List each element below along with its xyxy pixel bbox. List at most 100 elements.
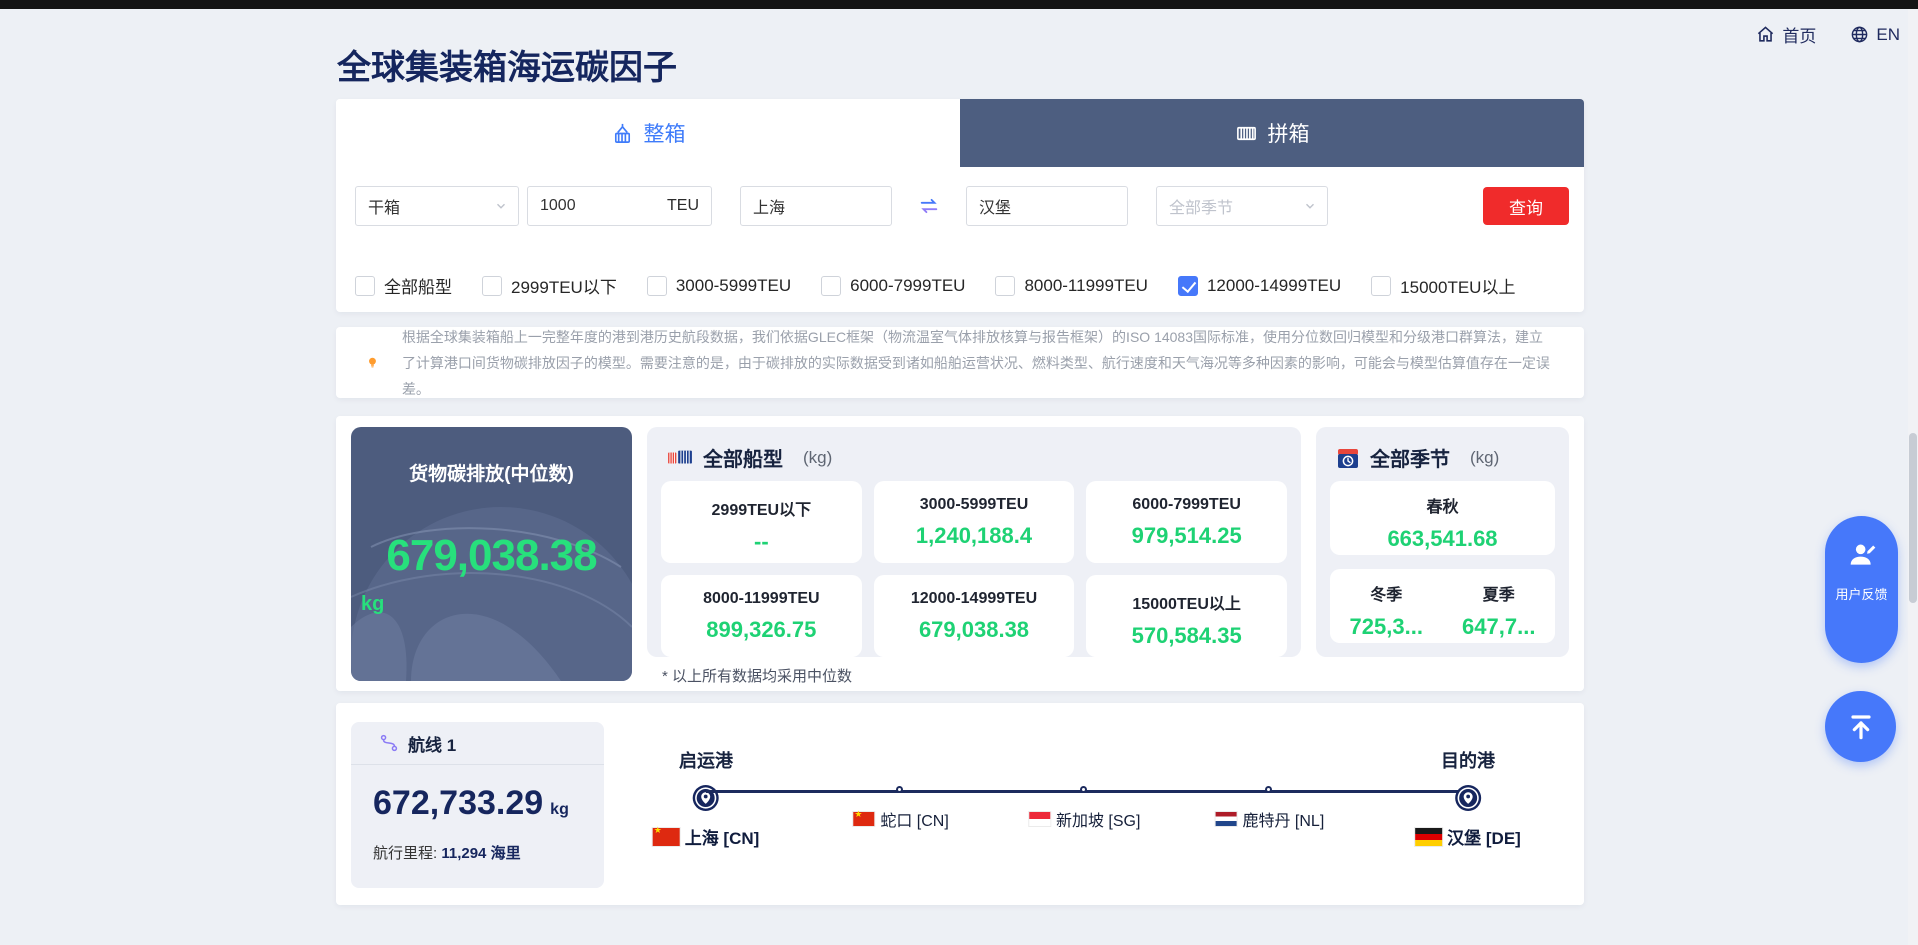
notice-card: 根据全球集装箱船上一完整年度的港到港历史航段数据，我们依据GLEC框架（物流温室…	[336, 327, 1584, 398]
route-summary-tile: 航线 1 672,733.29 kg 航行里程: 11,294 海里	[351, 722, 604, 888]
filter-label: 12000-14999TEU	[1206, 275, 1342, 295]
route-stop-node	[1264, 786, 1272, 793]
destination-port-field[interactable]	[966, 186, 1128, 226]
route-icon	[380, 734, 398, 752]
destination-port-input[interactable]	[979, 197, 1115, 215]
ship-type-stat-card: 8000-11999TEU 899,326.75	[661, 575, 862, 657]
container-type-select[interactable]: 干箱	[355, 186, 519, 226]
container-icon	[1236, 126, 1256, 140]
stat-value: 979,514.25	[1131, 523, 1242, 548]
cn-flag-icon	[853, 809, 875, 826]
page-title: 全球集装箱海运碳因子	[337, 49, 677, 87]
user-feedback-icon	[1850, 544, 1875, 565]
ship-type-stat-card: 12000-14999TEU 679,038.38	[873, 575, 1075, 657]
checkbox[interactable]	[821, 275, 842, 296]
filter-item[interactable]: 2999TEU以下	[482, 273, 617, 298]
route-distance-value: 11,294 海里	[441, 845, 521, 862]
tab-bar: 整箱 拼箱	[336, 99, 1584, 167]
de-flag-icon	[1415, 827, 1443, 846]
scrollbar-thumb[interactable]	[1909, 433, 1917, 603]
filter-label: 6000-7999TEU	[850, 275, 966, 295]
route-stop-label: 蛇口 [CN]	[853, 807, 949, 831]
stat-label: 15000TEU以上	[1132, 596, 1241, 613]
query-form-card: 整箱 拼箱 干箱 TEU 全部季节 查询	[336, 99, 1584, 312]
nav-language[interactable]: EN	[1850, 25, 1900, 45]
cn-flag-icon	[652, 825, 680, 846]
destination-endpoint: 目的港 汉堡 [DE]	[1415, 747, 1521, 849]
seasons-header: 全部季节 (kg)	[1316, 427, 1569, 472]
filter-item[interactable]: 12000-14999TEU	[1177, 275, 1342, 296]
season-stat: 夏季 647,7...	[1443, 581, 1556, 643]
feedback-button[interactable]: 用户反馈	[1825, 516, 1898, 663]
nav-home[interactable]: 首页	[1756, 22, 1816, 47]
tab-fcl-label: 整箱	[643, 123, 686, 146]
origin-port-field[interactable]	[740, 186, 892, 226]
checkbox[interactable]	[995, 275, 1016, 296]
chevron-down-icon	[1306, 203, 1314, 209]
swap-ports-button[interactable]	[892, 195, 966, 217]
season-select[interactable]: 全部季节	[1156, 186, 1328, 226]
ship-type-stat-card: 15000TEU以上 570,584.35	[1086, 575, 1287, 657]
seasons-panel: 全部季节 (kg) 春秋 663,541.68 冬季 725,3... 夏季 647,…	[1316, 427, 1569, 657]
filter-label: 15000TEU以上	[1400, 278, 1516, 297]
home-icon	[1758, 26, 1774, 42]
stop-name-text: 新加坡 [SG]	[1055, 813, 1141, 830]
notice-text: 根据全球集装箱船上一完整年度的港到港历史航段数据，我们依据GLEC框架（物流温室…	[401, 328, 1550, 397]
stat-value: 899,326.75	[706, 617, 817, 642]
stat-label: 3000-5999TEU	[919, 496, 1029, 513]
filter-label: 全部船型	[384, 278, 452, 297]
route-card: 航线 1 672,733.29 kg 航行里程: 11,294 海里 启运港 上…	[336, 703, 1584, 905]
route-stop-label: 新加坡 [SG]	[1028, 807, 1141, 831]
filter-label: 3000-5999TEU	[675, 275, 792, 295]
route-distance-label: 航行里程:	[373, 845, 438, 862]
stat-label: 冬季	[1370, 587, 1403, 604]
results-card: 货物碳排放(中位数) 679,038.38 kg 全部船型 (kg) 2999T…	[336, 416, 1584, 691]
container-type-value: 干箱	[368, 200, 401, 217]
nav-lang-label: EN	[1876, 24, 1900, 44]
checkbox[interactable]	[1371, 275, 1392, 296]
scrollbar-track[interactable]	[1908, 9, 1918, 945]
swap-arrows-icon	[920, 198, 938, 214]
ship-type-grid: 2999TEU以下 -- 3000-5999TEU 1,240,188.4 6000-7…	[661, 481, 1287, 657]
origin-port-input[interactable]	[753, 197, 879, 215]
filter-item[interactable]: 15000TEU以上	[1371, 273, 1515, 298]
stat-label: 夏季	[1482, 587, 1515, 604]
filter-item[interactable]: 3000-5999TEU	[646, 275, 792, 296]
ship-types-unit: (kg)	[803, 447, 833, 467]
destination-name-text: 汉堡 [DE]	[1447, 829, 1521, 848]
quantity-field[interactable]: TEU	[527, 186, 712, 226]
seasons-unit: (kg)	[1470, 447, 1500, 467]
checkbox[interactable]	[646, 275, 667, 296]
search-button[interactable]: 查询	[1483, 187, 1569, 225]
filter-label: 8000-11999TEU	[1024, 275, 1148, 295]
nl-flag-icon	[1215, 812, 1237, 826]
back-to-top-icon	[1850, 714, 1871, 739]
tab-fcl[interactable]: 整箱	[336, 99, 960, 167]
filter-item[interactable]: 6000-7999TEU	[821, 275, 966, 296]
checkbox[interactable]	[482, 275, 502, 296]
route-value-row: 672,733.29 kg	[373, 784, 569, 823]
tab-lcl[interactable]: 拼箱	[960, 99, 1584, 167]
filter-item[interactable]: 8000-11999TEU	[995, 275, 1148, 296]
form-row: 干箱 TEU 全部季节 查询	[355, 186, 1569, 226]
filter-item[interactable]: 全部船型	[355, 273, 452, 298]
summary-title: 货物碳排放(中位数)	[409, 464, 574, 485]
route-stop-node	[1079, 786, 1087, 793]
sg-flag-icon	[1028, 812, 1050, 826]
stat-value: 1,240,188.4	[915, 523, 1033, 548]
filter-label: 2999TEU以下	[511, 278, 617, 297]
route-tile-header: 航线 1	[351, 722, 604, 765]
carbon-summary-tile: 货物碳排放(中位数) 679,038.38 kg	[351, 427, 632, 681]
season-primary-label: 春秋	[1426, 499, 1459, 516]
chevron-down-icon	[497, 203, 505, 209]
quantity-input[interactable]	[540, 197, 661, 215]
route-line	[706, 790, 1468, 793]
ship-type-stat-card: 2999TEU以下 --	[661, 481, 862, 563]
checkbox[interactable]	[355, 275, 375, 296]
back-to-top-button[interactable]	[1825, 691, 1896, 762]
origin-label: 启运港	[678, 751, 733, 771]
stat-value: 725,3...	[1349, 614, 1423, 639]
season-primary-card: 春秋 663,541.68	[1330, 481, 1555, 555]
destination-port-name: 汉堡 [DE]	[1415, 824, 1521, 849]
checkbox-checked[interactable]	[1177, 275, 1198, 296]
